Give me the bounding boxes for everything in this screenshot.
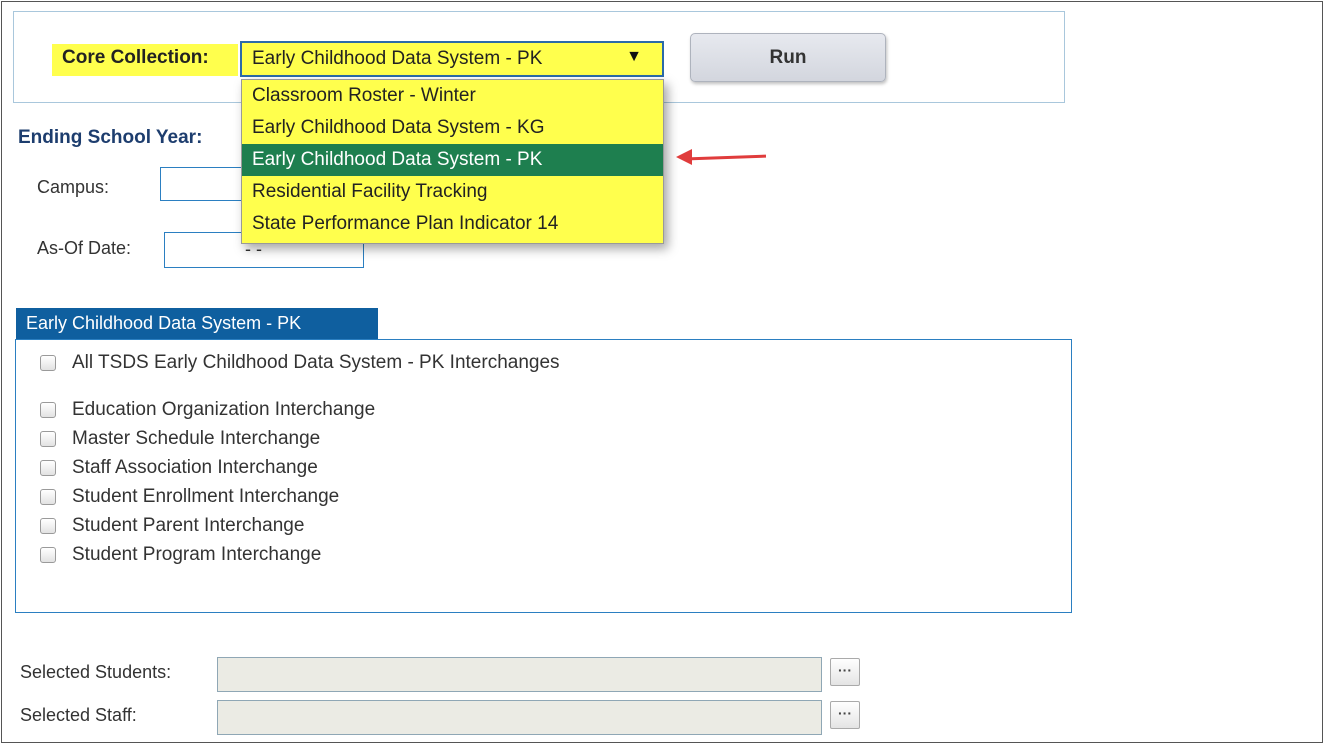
interchange-checkbox[interactable] <box>40 460 56 476</box>
interchange-checkbox[interactable] <box>40 431 56 447</box>
interchange-checkbox[interactable] <box>40 489 56 505</box>
interchange-tab-title: Early Childhood Data System - PK <box>16 308 378 339</box>
interchange-row[interactable]: Staff Association Interchange <box>40 455 318 481</box>
selected-staff-field <box>217 700 822 735</box>
interchange-label: Education Organization Interchange <box>72 399 376 420</box>
interchange-checkbox[interactable] <box>40 518 56 534</box>
selected-students-label: Selected Students: <box>20 662 172 682</box>
all-interchanges-label: All TSDS Early Childhood Data System - P… <box>72 352 560 373</box>
selected-students-field <box>217 657 822 692</box>
interchange-row[interactable]: Student Parent Interchange <box>40 513 304 539</box>
interchange-row[interactable]: Student Enrollment Interchange <box>40 484 339 510</box>
interchange-row[interactable]: Master Schedule Interchange <box>40 426 320 452</box>
dropdown-option-spp-indicator-14[interactable]: State Performance Plan Indicator 14 <box>242 208 663 240</box>
all-interchanges-row[interactable]: All TSDS Early Childhood Data System - P… <box>40 350 560 376</box>
campus-label: Campus: <box>37 177 110 197</box>
selected-staff-label: Selected Staff: <box>20 705 137 725</box>
core-collection-select[interactable]: Early Childhood Data System - PK ▼ <box>240 41 664 77</box>
interchange-checkbox[interactable] <box>40 547 56 563</box>
dropdown-option-classroom-roster-winter[interactable]: Classroom Roster - Winter <box>242 80 663 112</box>
interchange-row[interactable]: Student Program Interchange <box>40 542 321 568</box>
selected-students-browse-button[interactable]: ··· <box>830 658 860 686</box>
interchange-label: Student Enrollment Interchange <box>72 486 340 507</box>
run-button[interactable]: Run <box>690 33 886 82</box>
dropdown-option-ecds-kg[interactable]: Early Childhood Data System - KG <box>242 112 663 144</box>
interchange-label: Staff Association Interchange <box>72 457 318 478</box>
interchange-label: Student Parent Interchange <box>72 515 305 536</box>
interchange-label: Student Program Interchange <box>72 544 322 565</box>
selected-staff-browse-button[interactable]: ··· <box>830 701 860 729</box>
interchange-label: Master Schedule Interchange <box>72 428 321 449</box>
core-collection-label: Core Collection: <box>62 47 209 68</box>
all-interchanges-checkbox[interactable] <box>40 355 56 371</box>
core-collection-selected-value: Early Childhood Data System - PK <box>252 48 543 69</box>
dropdown-option-ecds-pk[interactable]: Early Childhood Data System - PK <box>242 144 663 176</box>
interchange-row[interactable]: Education Organization Interchange <box>40 397 375 423</box>
core-collection-dropdown-list: Classroom Roster - Winter Early Childhoo… <box>241 79 664 244</box>
as-of-date-label: As-Of Date: <box>37 238 132 258</box>
ending-school-year-label: Ending School Year: <box>18 127 203 148</box>
dropdown-arrow-icon: ▼ <box>626 48 642 65</box>
interchange-checkbox[interactable] <box>40 402 56 418</box>
dropdown-option-residential-facility-tracking[interactable]: Residential Facility Tracking <box>242 176 663 208</box>
